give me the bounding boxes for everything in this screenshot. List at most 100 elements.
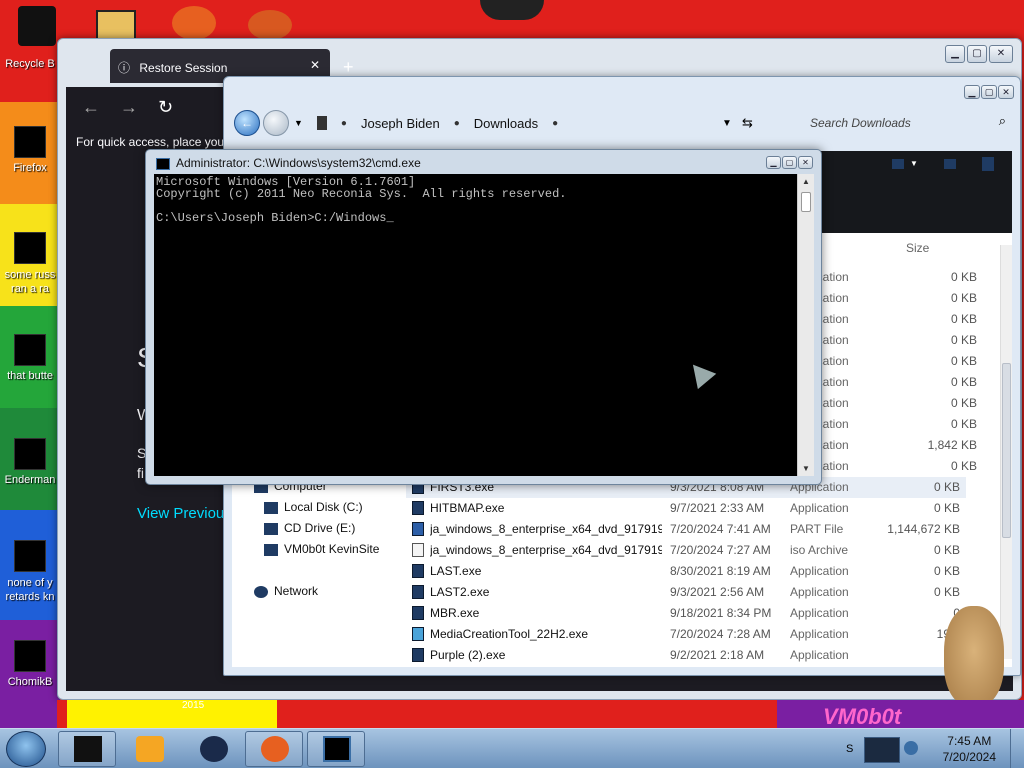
breadcrumb-joseph-biden[interactable]: Joseph Biden [361,116,440,131]
minimize-button[interactable]: ▁ [766,156,781,169]
file-name: ja_windows_8_enterprise_x64_dvd_917919..… [430,522,662,536]
cmd-icon [156,157,170,170]
table-row[interactable]: ication 0 KB [814,456,977,477]
close-tab-icon[interactable]: ✕ [310,58,320,72]
top-ornament [480,0,544,20]
scroll-down-icon[interactable]: ▼ [802,464,810,473]
taskbar-item-cmd[interactable] [307,731,365,767]
explorer-toolbar: ▼ [814,151,1012,233]
app-icon[interactable] [248,10,292,40]
tray-icon[interactable] [904,741,918,755]
scrollbar-thumb[interactable] [1002,363,1011,538]
file-name: LAST2.exe [430,585,490,599]
scroll-up-icon[interactable]: ▲ [802,177,810,186]
search-icon[interactable]: ⌕ [999,113,1006,129]
clock[interactable]: 7:45 AM 7/20/2024 [943,733,996,765]
close-button[interactable]: ✕ [989,45,1013,63]
tree-item-local-disk[interactable]: Local Disk (C:) [264,500,363,514]
forward-arrow-icon[interactable]: → [120,97,138,118]
table-row[interactable]: HITBMAP.exe 9/7/2021 2:33 AM Application 0 … [406,498,966,519]
address-bar: ← ▼ ● Joseph Biden ● Downloads ● ▼ ⇆ Sea… [234,105,1010,141]
cmd-window[interactable]: Administrator: C:\Windows\system32\cmd.e… [145,149,822,485]
column-header-size[interactable]: Size [906,241,929,255]
table-row[interactable]: Purple (2).exe 9/2/2021 2:18 AM Applicatio… [406,645,966,666]
taskbar-item-media[interactable] [120,731,178,767]
maximize-button[interactable]: ▢ [967,45,987,63]
forward-button[interactable] [263,110,289,136]
minimize-button[interactable]: ▁ [964,85,980,99]
cmd-caption-buttons: ▁ ▢ ✕ [766,156,813,169]
tree-item-cd-drive[interactable]: CD Drive (E:) [264,521,355,535]
help-icon[interactable] [982,157,994,171]
table-row[interactable]: ja_windows_8_enterprise_x64_dvd_917919..… [406,540,966,561]
maximize-button[interactable]: ▢ [782,156,797,169]
refresh-icon[interactable]: ⇆ [742,115,753,131]
desktop-icon-enderman[interactable]: Enderman [0,438,60,486]
table-row[interactable]: MediaCreationTool_22H2.exe 7/20/2024 7:28… [406,624,966,645]
table-row[interactable]: ication 0 KB [814,372,977,393]
application-icon [14,438,46,470]
breadcrumb-downloads[interactable]: Downloads [474,116,538,131]
desktop-icon-chomik[interactable]: ChomikB [0,640,60,688]
back-arrow-icon[interactable]: ← [82,97,100,118]
table-row[interactable]: LAST2.exe 9/3/2021 2:56 AM Application 0 KB [406,582,966,603]
file-size: 1,144,672 KB [887,522,960,536]
back-button[interactable]: ← [234,110,260,136]
table-row[interactable]: ication 0 KB [814,330,977,351]
view-previous-link[interactable]: View Previou [137,505,227,522]
desktop-icon-retards[interactable]: none of y retards kn [0,540,60,604]
close-button[interactable]: ✕ [798,156,813,169]
close-button[interactable]: ✕ [998,85,1014,99]
desktop-icon-butte[interactable]: that butte [0,334,60,382]
table-row[interactable]: ication 0 KB [814,351,977,372]
file-date: 7/20/2024 7:27 AM [670,543,771,557]
tree-label: VM0b0t KevinSite [284,542,380,556]
file-type: Application [790,585,849,599]
search-downloads-input[interactable]: Search Downloads [766,111,1006,135]
view-dropdown-icon[interactable]: ▼ [910,159,918,168]
desktop-icon-doc[interactable]: some russ ran a ra [0,232,60,296]
taskbar-item-explorer[interactable] [58,731,116,767]
start-button[interactable] [6,731,46,767]
table-row[interactable]: ja_windows_8_enterprise_x64_dvd_917919..… [406,519,966,540]
hamster-icon [14,640,46,672]
desktop-icon-recycle[interactable]: Recycle B [0,58,60,70]
file-size: 0 KB [950,396,977,410]
taskbar-item-firefox[interactable] [245,731,303,767]
breadcrumb-separator-icon[interactable]: ● [341,118,347,129]
explorer-vertical-scrollbar[interactable] [1000,245,1012,659]
history-dropdown-icon[interactable]: ▼ [294,118,303,128]
reload-icon[interactable]: ↻ [158,97,173,118]
table-row[interactable]: ication 0 KB [814,288,977,309]
file-size: 0 KB [950,459,977,473]
view-icon[interactable] [892,159,904,169]
table-row[interactable]: ication 0 KB [814,267,977,288]
console-output[interactable]: Microsoft Windows [Version 6.1.7601] Copy… [154,174,797,476]
cmd-scrollbar[interactable]: ▲ ▼ [797,174,814,476]
recycle-bin-icon[interactable] [18,6,56,46]
maximize-button[interactable]: ▢ [981,85,997,99]
firefox-icon[interactable] [172,6,216,40]
minimize-button[interactable]: ▁ [945,45,965,63]
network-status-icon[interactable] [864,737,900,763]
breadcrumb-separator-icon[interactable]: ● [552,118,558,129]
cd-drive-icon [264,522,278,535]
table-row[interactable]: ication 0 KB [814,414,977,435]
breadcrumb-separator-icon[interactable]: ● [454,118,460,129]
table-row[interactable]: MBR.exe 9/18/2021 8:34 PM Application 0 [406,603,966,624]
desktop-icon-firefox[interactable]: Firefox [0,126,60,174]
scrollbar-thumb[interactable] [801,192,811,212]
table-row[interactable]: ication 0 KB [814,309,977,330]
iso-file-icon [412,543,424,557]
address-dropdown-icon[interactable]: ▼ [722,118,732,129]
table-row[interactable]: ication 0 KB [814,393,977,414]
table-row[interactable]: LAST.exe 8/30/2021 8:19 AM Application 0 KB [406,561,966,582]
tree-item-kevinsite[interactable]: VM0b0t KevinSite [264,542,379,556]
taskbar-item-app[interactable] [184,731,242,767]
tree-item-network[interactable]: Network [254,584,318,598]
folder-icon[interactable] [96,10,136,40]
table-row[interactable]: ication 1,842 KB [814,435,977,456]
new-tab-button[interactable]: + [343,57,354,78]
show-desktop-button[interactable] [1010,729,1024,768]
preview-pane-icon[interactable] [944,159,956,169]
